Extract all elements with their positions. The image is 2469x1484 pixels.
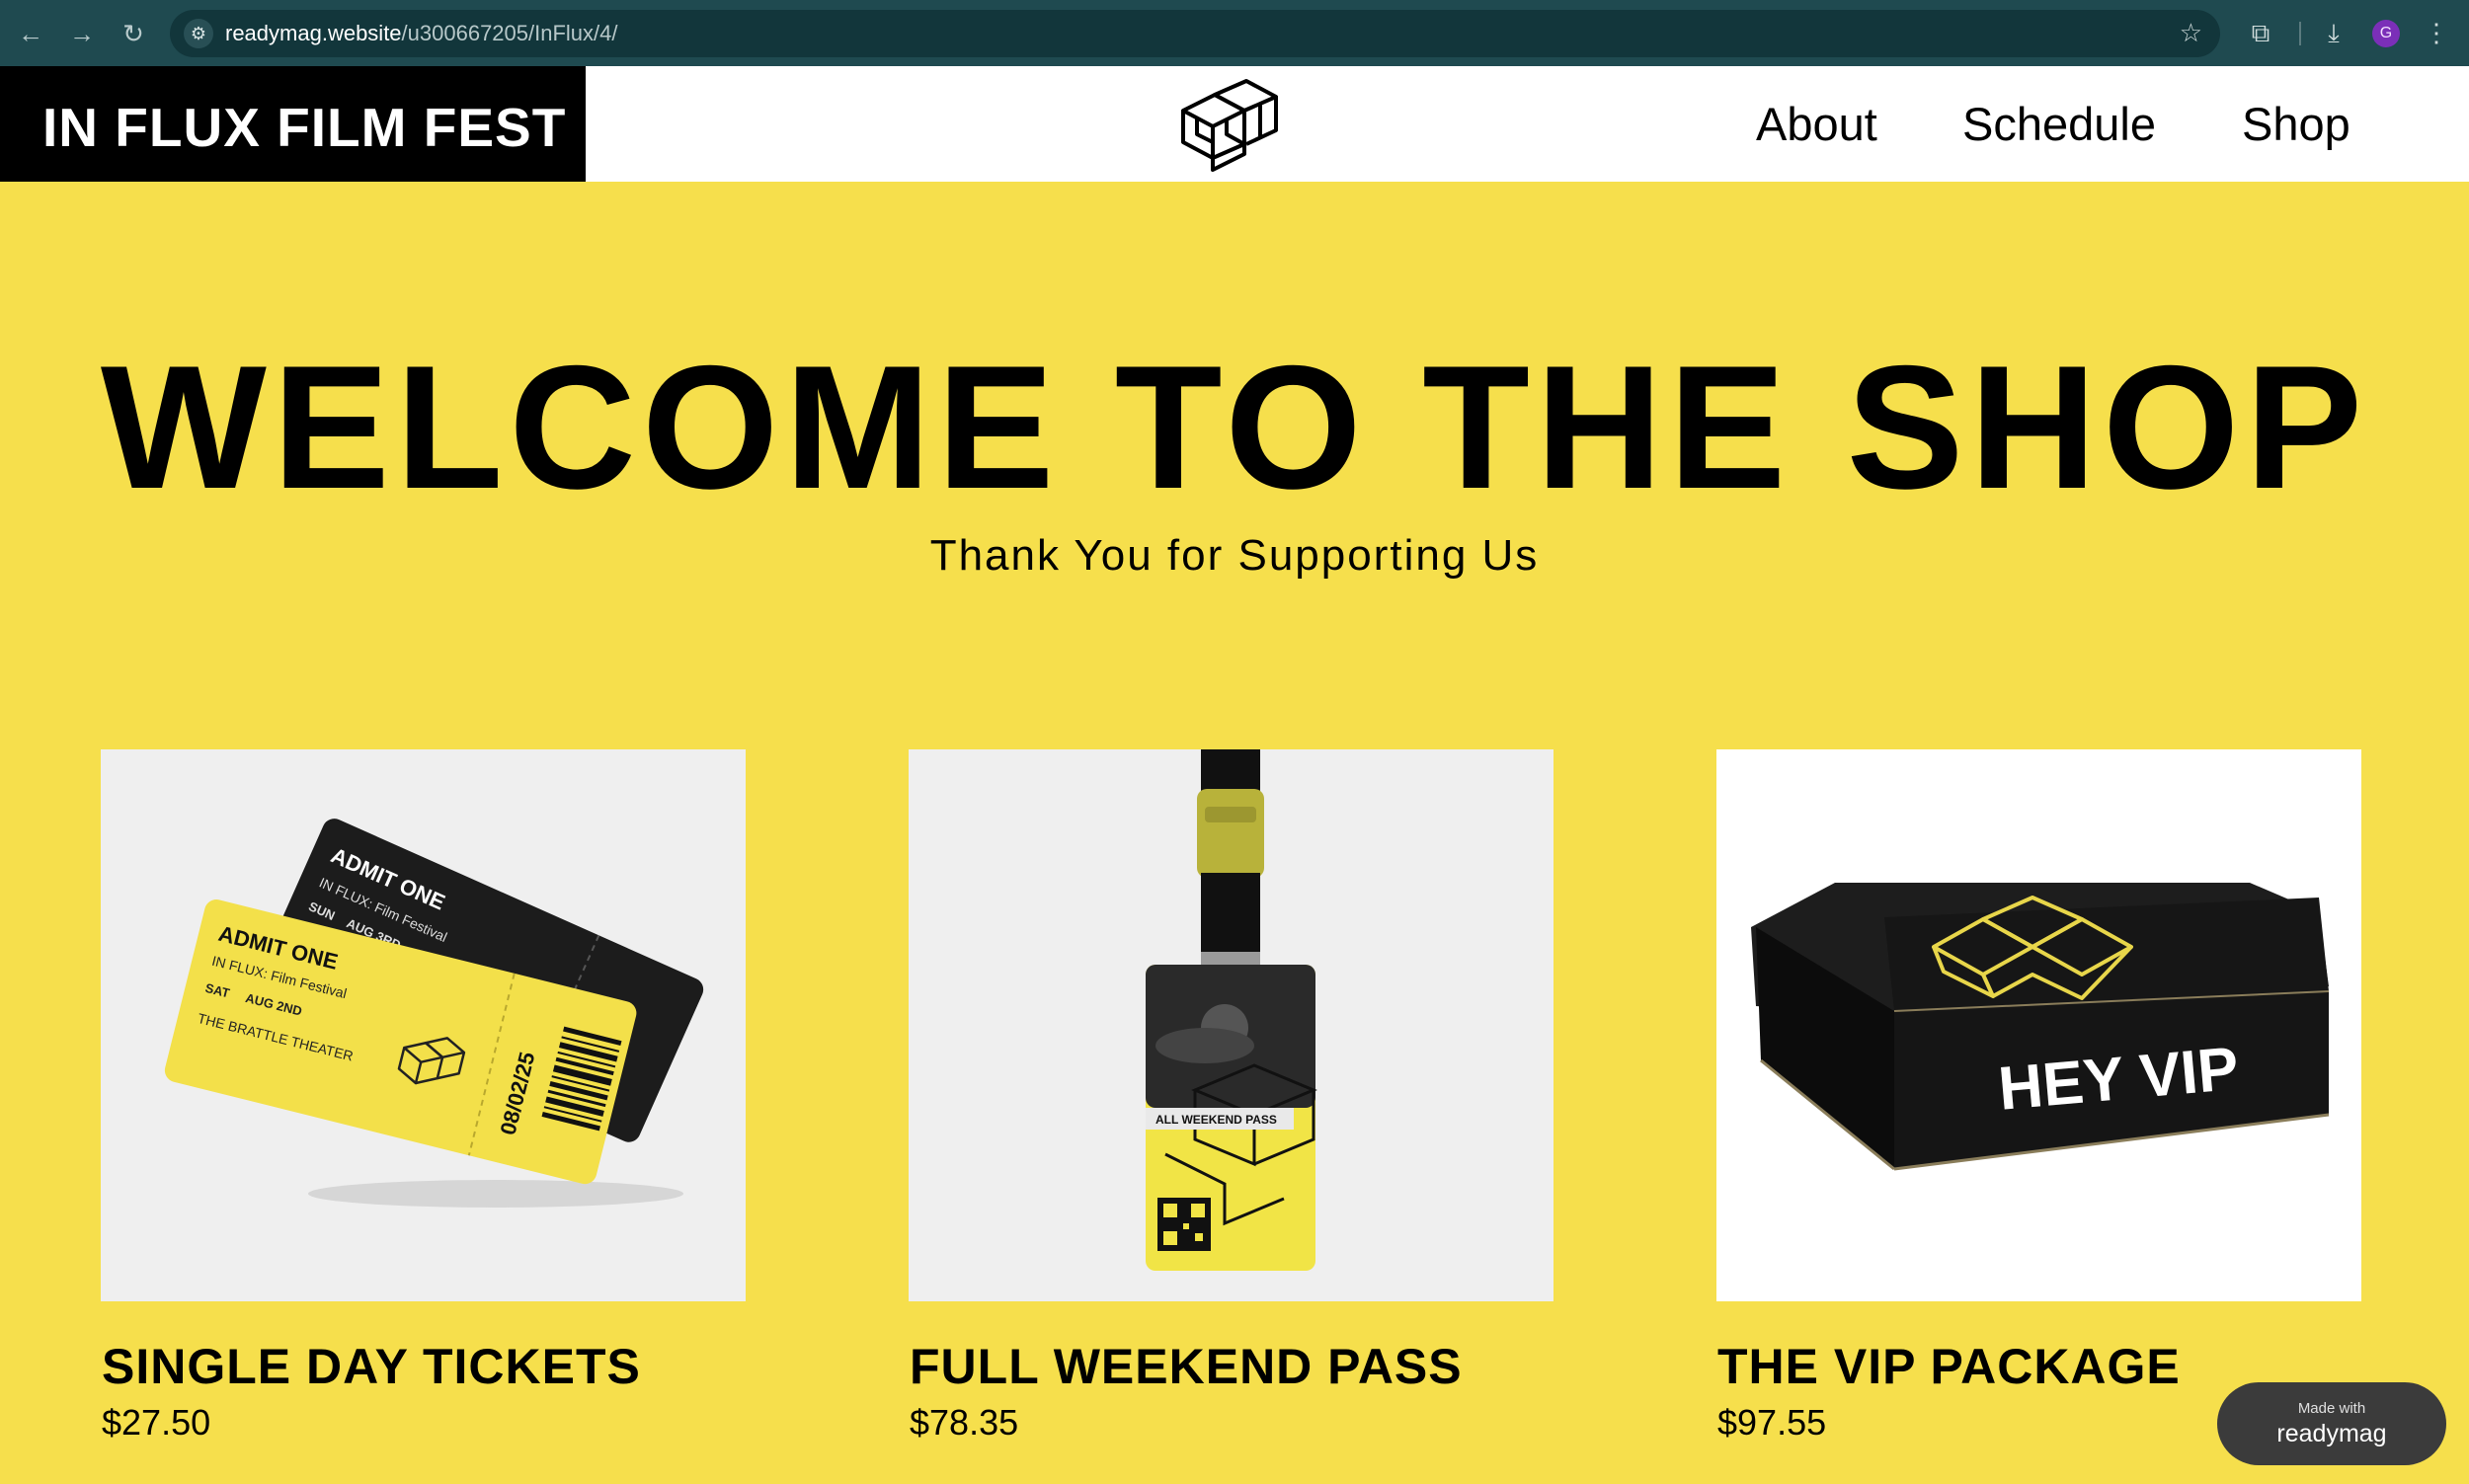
reload-icon[interactable]: ↻ bbox=[117, 17, 150, 50]
product-image-vip[interactable]: HEY VIP bbox=[1716, 749, 2361, 1301]
badge-wordmark: readymag bbox=[2276, 1420, 2387, 1447]
brand-title[interactable]: IN FLUX FILM FEST bbox=[42, 96, 566, 159]
made-with-readymag-badge[interactable]: Made with readymag bbox=[2217, 1382, 2446, 1465]
forward-arrow-icon[interactable]: → bbox=[65, 17, 99, 50]
nav-shop[interactable]: Shop bbox=[2242, 97, 2350, 151]
nav-about[interactable]: About bbox=[1756, 97, 1877, 151]
ticket-shadow bbox=[308, 1180, 683, 1208]
address-bar[interactable]: ⚙ readymag.website/u300667205/InFlux/4/ … bbox=[170, 10, 2220, 57]
product-image-tickets[interactable]: ADMIT ONE IN FLUX: Film Festival SUN AUG… bbox=[101, 749, 746, 1301]
product-name-tickets[interactable]: SINGLE DAY TICKETS bbox=[102, 1338, 641, 1395]
qr-code bbox=[1157, 1198, 1211, 1251]
badge-label: ALL WEEKEND PASS bbox=[1155, 1113, 1277, 1127]
hero-subtitle: Thank You for Supporting Us bbox=[929, 531, 1540, 580]
download-icon[interactable]: ⤓ bbox=[2317, 16, 2350, 49]
lanyard-clip bbox=[1197, 789, 1264, 878]
product-image-weekend-pass[interactable]: ALL WEEKEND PASS bbox=[909, 749, 1553, 1301]
product-name-vip[interactable]: THE VIP PACKAGE bbox=[1717, 1338, 2181, 1395]
product-price-tickets: $27.50 bbox=[102, 1402, 211, 1443]
hero-title: WELCOME TO THE SHOP bbox=[100, 329, 2369, 525]
product-price-vip: $97.55 bbox=[1717, 1402, 1827, 1443]
badge-caption: Made with bbox=[2297, 1400, 2366, 1417]
site-settings-icon[interactable]: ⚙ bbox=[184, 19, 213, 48]
extensions-icon[interactable]: ⧉ bbox=[2244, 16, 2277, 49]
cube-logo-icon[interactable] bbox=[1175, 73, 1284, 175]
site-header: IN FLUX FILM FEST About Schedule Shop bbox=[0, 66, 2469, 182]
back-arrow-icon[interactable]: ← bbox=[14, 17, 47, 50]
url-text[interactable]: readymag.website/u300667205/InFlux/4/ bbox=[225, 21, 618, 46]
toolbar-divider bbox=[2299, 22, 2301, 45]
browser-menu-icon[interactable]: ⋮ bbox=[2420, 16, 2453, 49]
nav-schedule[interactable]: Schedule bbox=[1962, 97, 2156, 151]
brand-block[interactable]: IN FLUX FILM FEST bbox=[0, 66, 586, 182]
product-name-weekend-pass[interactable]: FULL WEEKEND PASS bbox=[910, 1338, 1463, 1395]
bookmark-star-icon[interactable]: ☆ bbox=[2180, 18, 2202, 48]
browser-toolbar: ← → ↻ ⚙ readymag.website/u300667205/InFl… bbox=[0, 0, 2469, 66]
product-price-weekend-pass: $78.35 bbox=[910, 1402, 1019, 1443]
profile-avatar[interactable]: G bbox=[2372, 20, 2400, 47]
